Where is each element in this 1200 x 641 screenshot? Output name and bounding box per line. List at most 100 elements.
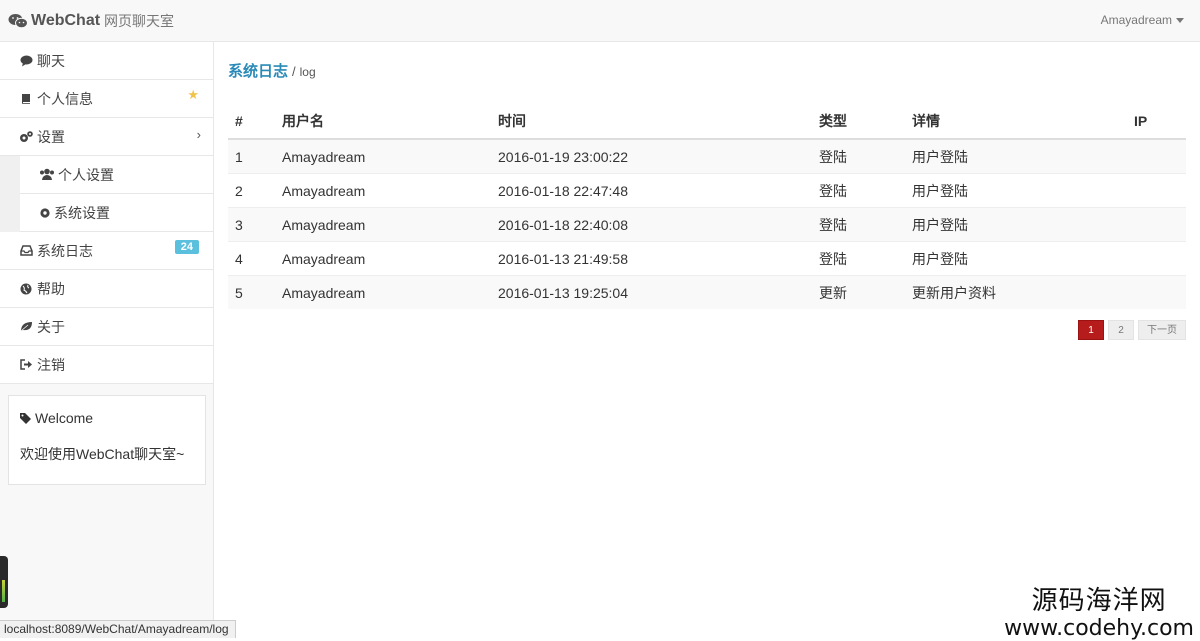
sign-out-icon: [19, 358, 33, 372]
welcome-title-text: Welcome: [35, 410, 94, 426]
brand-name: WebChat: [31, 12, 101, 29]
cell-username: Amayadream: [275, 138, 491, 174]
sidebar-item-help[interactable]: 帮助: [0, 270, 213, 308]
breadcrumb-separator: /: [292, 64, 296, 79]
submenu-item-label: 个人设置: [58, 166, 114, 183]
watermark: 源码海洋网 www.codehy.com: [1004, 580, 1194, 641]
settings-submenu: 个人设置 系统设置: [0, 156, 213, 232]
table-row: 2 Amayadream 2016-01-18 22:47:48 登陆 用户登陆: [228, 173, 1186, 208]
cell-type: 登陆: [812, 241, 905, 276]
cell-ip: [1127, 173, 1186, 208]
page-button-1[interactable]: 1: [1078, 320, 1104, 340]
sidebar-item-label: 聊天: [37, 52, 65, 69]
cell-type: 登陆: [812, 138, 905, 174]
globe-icon: [19, 282, 33, 296]
cell-detail: 用户登陆: [905, 207, 1127, 242]
brand[interactable]: WebChat 网页聊天室: [8, 11, 174, 31]
sidebar-item-label: 个人信息: [37, 90, 93, 107]
breadcrumb: 系统日志 / log: [228, 60, 316, 81]
sidebar-item-settings[interactable]: 设置 ›: [0, 118, 213, 156]
sidebar-item-label: 注销: [37, 356, 65, 373]
sidebar-item-profile[interactable]: 个人信息 ★: [0, 80, 213, 118]
cell-time: 2016-01-18 22:47:48: [491, 173, 812, 208]
watermark-site-name: 源码海洋网: [1031, 586, 1167, 616]
welcome-panel: Welcome 欢迎使用WebChat聊天室~: [8, 395, 206, 485]
breadcrumb-current: log: [299, 65, 316, 79]
sidebar-item-label: 关于: [37, 318, 65, 335]
cell-detail: 用户登陆: [905, 241, 1127, 276]
cell-time: 2016-01-19 23:00:22: [491, 138, 812, 174]
table-row: 4 Amayadream 2016-01-13 21:49:58 登陆 用户登陆: [228, 241, 1186, 276]
page-button-2[interactable]: 2: [1108, 320, 1134, 340]
cell-index: 1: [228, 138, 275, 174]
tag-icon: [20, 412, 31, 424]
submenu-item-label: 系统设置: [54, 204, 110, 221]
cell-index: 3: [228, 207, 275, 242]
sidebar-item-system-log[interactable]: 系统日志 24: [0, 232, 213, 270]
leaf-icon: [19, 320, 33, 334]
table-row: 1 Amayadream 2016-01-19 23:00:22 登陆 用户登陆: [228, 138, 1186, 174]
cog-icon: [39, 207, 51, 219]
table-row: 5 Amayadream 2016-01-13 19:25:04 更新 更新用户…: [228, 275, 1186, 309]
cell-ip: [1127, 241, 1186, 276]
top-navbar: WebChat 网页聊天室 Amayadream: [0, 0, 1200, 42]
sidebar-item-label: 帮助: [37, 280, 65, 297]
comment-icon: [19, 54, 33, 68]
status-bar-url: localhost:8089/WebChat/Amayadream/log: [0, 620, 236, 638]
cell-detail: 用户登陆: [905, 173, 1127, 208]
cell-username: Amayadream: [275, 173, 491, 208]
breadcrumb-main[interactable]: 系统日志: [228, 60, 288, 81]
cell-time: 2016-01-13 21:49:58: [491, 241, 812, 276]
chevron-right-icon: ›: [196, 127, 201, 142]
cell-detail: 用户登陆: [905, 138, 1127, 174]
welcome-message: 欢迎使用WebChat聊天室~: [20, 446, 185, 462]
sidebar-item-label: 设置: [37, 128, 65, 145]
cell-ip: [1127, 138, 1186, 174]
cell-username: Amayadream: [275, 275, 491, 309]
pagination: 1 2 下一页: [1078, 320, 1186, 340]
watermark-url: www.codehy.com: [1004, 616, 1194, 641]
welcome-title: Welcome: [20, 410, 194, 426]
col-header-type: 类型: [812, 104, 905, 140]
submenu-item-personal-settings[interactable]: 个人设置: [20, 156, 213, 194]
col-header-time: 时间: [491, 104, 812, 140]
sidebar: 聊天 个人信息 ★ 设置 › 个人设置 系统设置 系统日志 24 帮助 关于 注…: [0, 42, 214, 638]
wechat-icon: [8, 14, 28, 29]
sidebar-item-label: 系统日志: [37, 242, 93, 259]
cell-type: 更新: [812, 275, 905, 309]
cogs-icon: [19, 130, 33, 144]
log-count-badge: 24: [174, 240, 199, 254]
cell-index: 4: [228, 241, 275, 276]
submenu-item-system-settings[interactable]: 系统设置: [20, 194, 213, 232]
sidebar-item-about[interactable]: 关于: [0, 308, 213, 346]
cell-time: 2016-01-13 19:25:04: [491, 275, 812, 309]
table-row: 3 Amayadream 2016-01-18 22:40:08 登陆 用户登陆: [228, 207, 1186, 242]
cell-username: Amayadream: [275, 207, 491, 242]
col-header-ip: IP: [1127, 104, 1186, 140]
log-table: # 用户名 时间 类型 详情 IP 1 Amayadream 2016-01-1…: [228, 104, 1186, 309]
caret-down-icon: [1176, 17, 1184, 23]
cell-index: 2: [228, 173, 275, 208]
table-header-row: # 用户名 时间 类型 详情 IP: [228, 104, 1186, 140]
users-icon: [39, 168, 55, 181]
cell-ip: [1127, 275, 1186, 309]
submenu-gutter: [0, 156, 20, 232]
cell-time: 2016-01-18 22:40:08: [491, 207, 812, 242]
sidebar-item-chat[interactable]: 聊天: [0, 42, 213, 80]
cell-index: 5: [228, 275, 275, 309]
col-header-detail: 详情: [905, 104, 1127, 140]
sidebar-item-logout[interactable]: 注销: [0, 346, 213, 384]
book-icon: [19, 92, 33, 106]
cell-type: 登陆: [812, 207, 905, 242]
user-name: Amayadream: [1100, 13, 1172, 27]
cell-detail: 更新用户资料: [905, 275, 1127, 309]
cell-type: 登陆: [812, 173, 905, 208]
next-page-button[interactable]: 下一页: [1138, 320, 1186, 340]
cell-username: Amayadream: [275, 241, 491, 276]
col-header-index: #: [228, 104, 275, 140]
cell-ip: [1127, 207, 1186, 242]
brand-subtitle: 网页聊天室: [104, 13, 175, 29]
volume-indicator: [0, 556, 8, 608]
star-icon: ★: [187, 87, 199, 102]
user-dropdown[interactable]: Amayadream: [1101, 13, 1184, 27]
